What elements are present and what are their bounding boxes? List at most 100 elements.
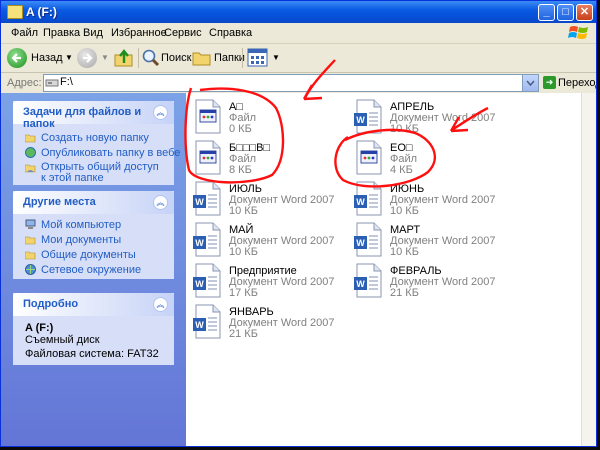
file-item[interactable]: W ЯНВАРЬ Документ Word 2007 21 КБ	[192, 304, 352, 344]
maximize-button[interactable]: □	[557, 4, 574, 21]
details-header[interactable]: Подробно ︽	[13, 293, 174, 316]
views-dropdown-icon[interactable]: ▼	[272, 53, 280, 62]
vertical-scrollbar[interactable]	[581, 93, 596, 446]
folders-label: Папки	[214, 52, 245, 64]
back-arrow-icon	[7, 48, 27, 68]
file-item[interactable]: W Предприятие Документ Word 2007 17 КБ	[192, 263, 352, 303]
details-name: A (F:)	[25, 322, 54, 334]
new-folder-icon	[25, 134, 36, 143]
file-size: 10 КБ	[390, 246, 419, 258]
generic-file-icon	[356, 140, 382, 175]
shared-documents-icon	[25, 251, 36, 260]
details-title: Подробно	[23, 298, 79, 310]
word-document-icon: W	[354, 222, 382, 257]
views-button[interactable]: ▼	[247, 48, 281, 68]
task-new-folder-label: Создать новую папку	[41, 132, 149, 144]
menu-view[interactable]: Вид	[83, 27, 103, 39]
address-input[interactable]: F:\	[43, 74, 539, 92]
address-bar: Адрес: F:\ ➜ Переход	[1, 73, 596, 94]
go-label: Переход	[558, 77, 596, 89]
task-share-folder-label: Открыть общий доступ к этой папке	[41, 161, 159, 184]
chevron-down-icon	[526, 80, 535, 87]
file-size: 10 КБ	[390, 205, 419, 217]
details-panel: Подробно ︽ A (F:) Съемный диск Файловая …	[13, 293, 174, 365]
word-document-icon: W	[193, 304, 221, 339]
svg-text:W: W	[195, 197, 204, 207]
back-dropdown-icon[interactable]: ▼	[65, 53, 73, 62]
menu-file[interactable]: Файл	[11, 27, 38, 39]
place-network-label: Сетевое окружение	[41, 264, 142, 276]
svg-text:W: W	[356, 238, 365, 248]
menu-favorites[interactable]: Избранное	[111, 27, 167, 39]
collapse-chevron-icon[interactable]: ︽	[153, 297, 168, 312]
go-arrow-icon: ➜	[543, 76, 556, 89]
forward-button[interactable]: ▼	[77, 48, 113, 68]
toolbar: Назад ▼ ▼ Поиск Папки ▼	[1, 44, 596, 73]
minimize-button[interactable]: _	[538, 4, 555, 21]
file-size: 0 КБ	[229, 123, 252, 135]
folder-up-icon	[114, 49, 133, 67]
generic-file-icon	[195, 99, 221, 134]
details-filesystem: Файловая система: FAT32	[25, 348, 159, 360]
my-computer-icon	[25, 219, 36, 229]
place-my-computer-label: Мой компьютер	[41, 219, 122, 231]
task-pane: Задачи для файлов и папок ︽ Создать нову…	[1, 93, 186, 446]
file-size: 17 КБ	[229, 287, 258, 299]
search-icon	[142, 49, 160, 67]
my-documents-icon	[25, 236, 36, 245]
other-places-header[interactable]: Другие места ︽	[13, 191, 174, 214]
close-button[interactable]: ✕	[576, 4, 593, 21]
file-item[interactable]: Б□□□В□ Файл 8 КБ	[192, 140, 352, 180]
tasks-panel-header[interactable]: Задачи для файлов и папок ︽	[13, 101, 174, 130]
tasks-panel-title: Задачи для файлов и папок	[23, 106, 142, 130]
word-document-icon: W	[193, 222, 221, 257]
file-item[interactable]: W АПРЕЛЬ Документ Word 2007 10 КБ	[353, 99, 513, 139]
menu-edit[interactable]: Правка	[43, 27, 80, 39]
menu-tools[interactable]: Сервис	[164, 27, 202, 39]
menu-bar: Файл Правка Вид Избранное Сервис Справка	[1, 23, 596, 44]
svg-text:W: W	[195, 279, 204, 289]
svg-text:W: W	[195, 320, 204, 330]
word-document-icon: W	[354, 99, 382, 134]
search-button[interactable]: Поиск	[141, 48, 191, 68]
folders-icon	[192, 52, 211, 66]
network-places-icon	[25, 264, 36, 275]
tasks-panel: Задачи для файлов и папок ︽ Создать нову…	[13, 101, 180, 185]
word-document-icon: W	[354, 263, 382, 298]
go-button[interactable]: ➜ Переход	[543, 75, 596, 91]
collapse-chevron-icon[interactable]: ︽	[153, 105, 168, 120]
file-item[interactable]: W ИЮНЬ Документ Word 2007 10 КБ	[353, 181, 513, 221]
file-item[interactable]: W ИЮЛЬ Документ Word 2007 10 КБ	[192, 181, 352, 221]
folders-button[interactable]: Папки	[192, 48, 246, 68]
task-publish-web-label: Опубликовать папку в вебе	[41, 147, 181, 159]
back-button[interactable]: Назад ▼	[5, 48, 73, 68]
window-title: A (F:)	[26, 5, 57, 19]
file-item[interactable]: ЕО□ Файл 4 КБ	[353, 140, 513, 180]
other-places-title: Другие места	[23, 196, 96, 208]
file-size: 21 КБ	[229, 328, 258, 340]
up-folder-button[interactable]	[113, 48, 135, 68]
collapse-chevron-icon[interactable]: ︽	[153, 195, 168, 210]
file-item[interactable]: W МАРТ Документ Word 2007 10 КБ	[353, 222, 513, 262]
publish-web-icon	[25, 147, 36, 158]
svg-text:W: W	[195, 238, 204, 248]
file-size: 10 КБ	[229, 246, 258, 258]
place-shared-documents-label: Общие документы	[41, 249, 136, 261]
file-item[interactable]: А□ Файл 0 КБ	[192, 99, 352, 139]
views-icon	[247, 48, 268, 67]
file-size: 10 КБ	[390, 123, 419, 135]
forward-arrow-icon	[77, 48, 97, 68]
file-size: 10 КБ	[229, 205, 258, 217]
windows-logo-icon	[568, 26, 588, 39]
file-item[interactable]: W ФЕВРАЛЬ Документ Word 2007 21 КБ	[353, 263, 513, 303]
address-dropdown-button[interactable]	[522, 75, 538, 91]
forward-dropdown-icon[interactable]: ▼	[101, 53, 109, 62]
title-bar[interactable]: A (F:) _ □ ✕	[1, 1, 596, 23]
file-item[interactable]: W МАЙ Документ Word 2007 10 КБ	[192, 222, 352, 262]
svg-text:W: W	[356, 279, 365, 289]
menu-help[interactable]: Справка	[209, 27, 252, 39]
place-my-documents-label: Мои документы	[41, 234, 122, 246]
file-size: 4 КБ	[390, 164, 413, 176]
explorer-window: A (F:) _ □ ✕ Файл Правка Вид Избранное С…	[0, 0, 597, 447]
svg-text:W: W	[356, 197, 365, 207]
